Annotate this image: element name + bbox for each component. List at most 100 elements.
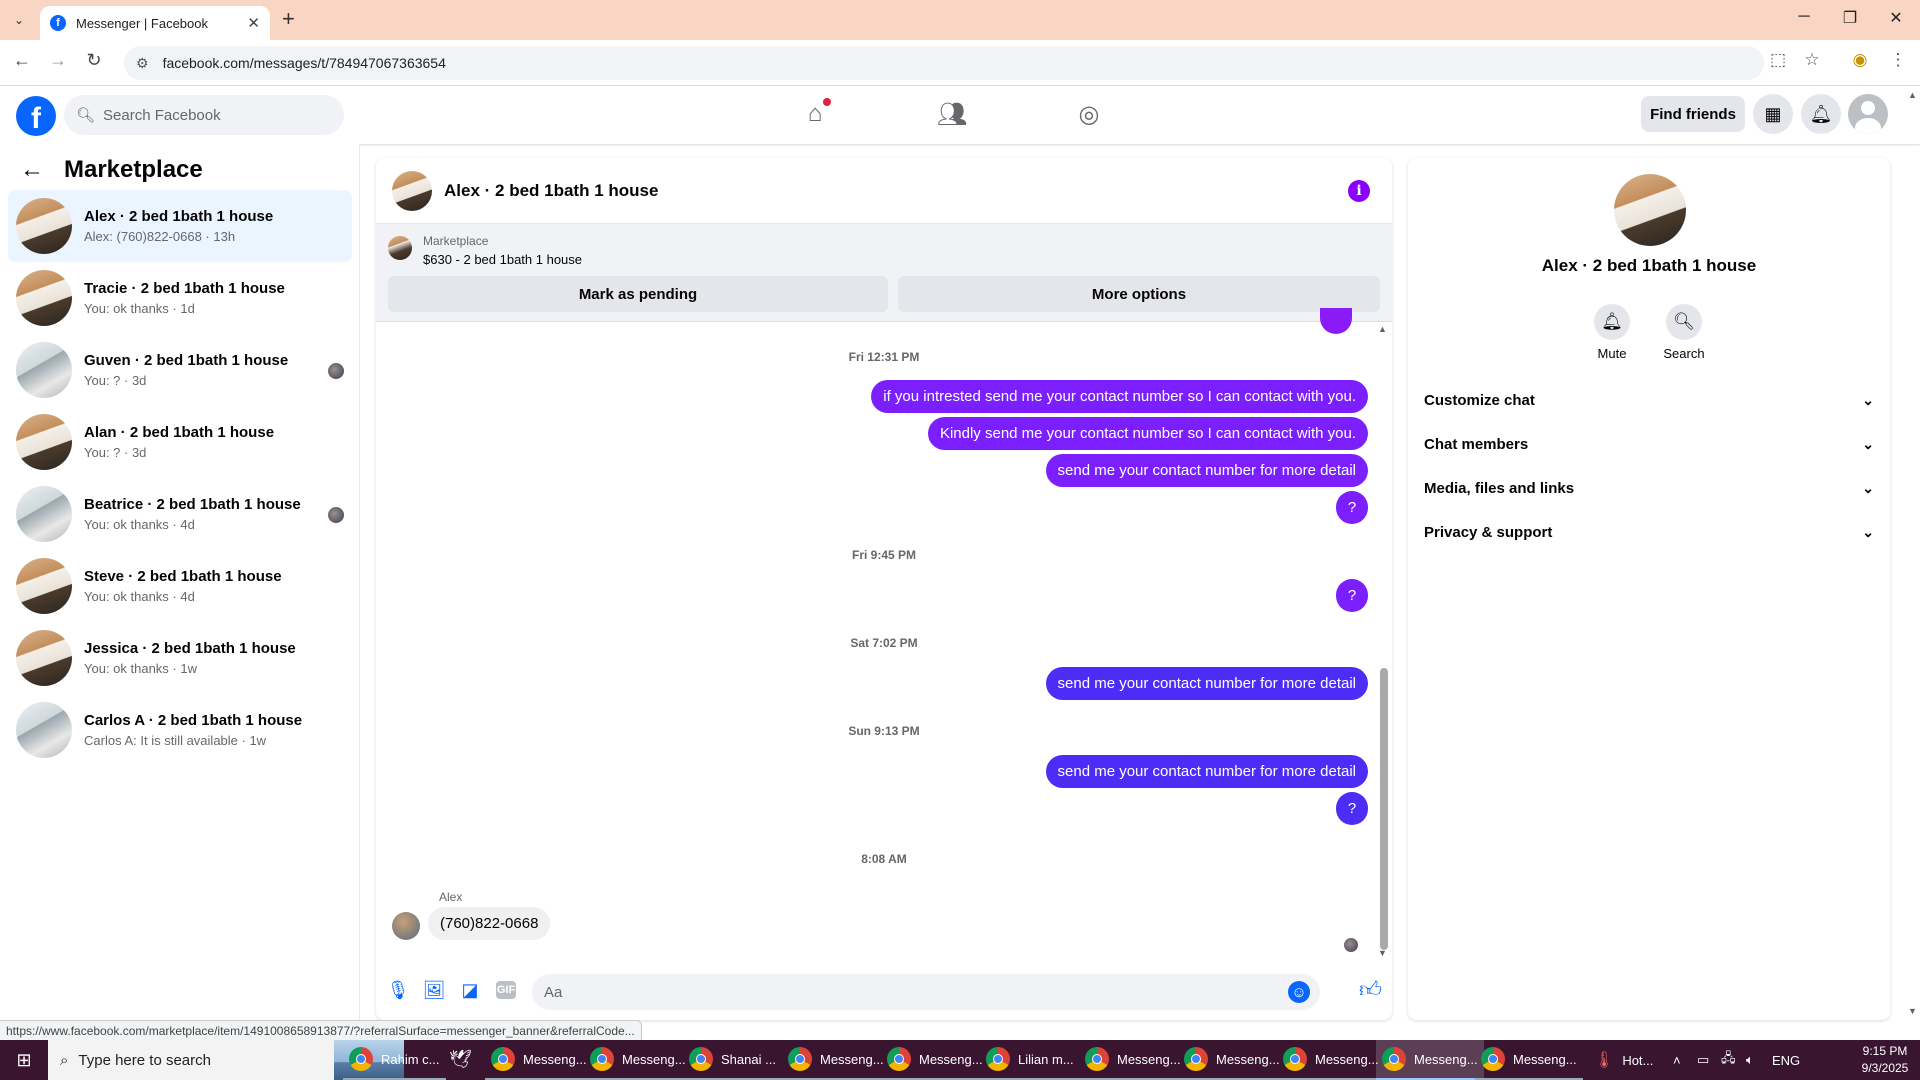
friends-icon[interactable]: 👥︎: [932, 100, 972, 132]
sticker-icon[interactable]: ◪: [456, 976, 484, 1004]
conversation-item[interactable]: Jessica · 2 bed 1bath 1 house You: ok th…: [8, 622, 352, 694]
customize-chat-section[interactable]: Customize chat ⌄: [1424, 382, 1874, 418]
outgoing-message[interactable]: Kindly send me your contact number so I …: [927, 417, 1368, 450]
tab-close-icon[interactable]: ✕: [247, 14, 260, 32]
conversation-item[interactable]: Carlos A · 2 bed 1bath 1 house Carlos A:…: [8, 694, 352, 766]
account-avatar[interactable]: [1848, 94, 1888, 134]
volume-icon[interactable]: 🔈︎: [1746, 1040, 1754, 1080]
tab-search-chevron-icon[interactable]: ⌄: [6, 8, 32, 32]
outgoing-message[interactable]: send me your contact number for more det…: [1045, 667, 1368, 700]
weather-widget[interactable]: 🌡︎ Hot...: [1594, 1040, 1653, 1080]
browser-tab[interactable]: f Messenger | Facebook ✕: [40, 6, 270, 40]
more-options-button[interactable]: More options: [898, 276, 1380, 312]
taskbar-chrome-window[interactable]: Messeng...: [782, 1040, 890, 1080]
taskbar-chrome-window-active[interactable]: Messeng...: [1376, 1040, 1484, 1080]
taskbar-item-label: Lilian m...: [1018, 1051, 1074, 1067]
tray-chevron-up-icon[interactable]: ˄: [1673, 1040, 1681, 1080]
browser-menu-icon[interactable]: ⋮: [1884, 50, 1912, 70]
info-icon[interactable]: i: [1348, 180, 1370, 202]
conversation-item[interactable]: Guven · 2 bed 1bath 1 house You: ? · 3d: [8, 334, 352, 406]
taskbar-chrome-window[interactable]: Rahim c...: [343, 1040, 446, 1080]
conversation-item[interactable]: Steve · 2 bed 1bath 1 house You: ok than…: [8, 550, 352, 622]
listing-title[interactable]: $630 - 2 bed 1bath 1 house: [423, 252, 582, 267]
message-input[interactable]: Aa ☺: [532, 974, 1320, 1010]
outgoing-message[interactable]: [1320, 308, 1352, 334]
meet-now-icon[interactable]: ▭: [1697, 1040, 1709, 1080]
back-arrow-icon[interactable]: ←: [20, 156, 44, 184]
groups-icon[interactable]: ◎: [1069, 100, 1109, 132]
install-app-icon[interactable]: ⬚: [1764, 50, 1792, 70]
taskbar-chrome-window[interactable]: Messeng...: [584, 1040, 692, 1080]
close-window-icon[interactable]: ✕: [1876, 8, 1916, 28]
timestamp: Fri 9:45 PM: [851, 548, 917, 562]
facebook-logo-icon[interactable]: f: [16, 96, 56, 136]
thumbs-up-icon[interactable]: 👍︎: [1359, 976, 1382, 1003]
mute-button[interactable]: 🔔︎ Mute: [1582, 304, 1642, 361]
minimize-icon[interactable]: ─: [1784, 8, 1824, 26]
bookmark-star-icon[interactable]: ☆: [1798, 50, 1826, 70]
conversation-item[interactable]: Alan · 2 bed 1bath 1 house You: ? · 3d: [8, 406, 352, 478]
scroll-up-arrow-icon[interactable]: ▲: [1908, 90, 1917, 100]
restore-icon[interactable]: ❐: [1830, 8, 1870, 28]
outgoing-message[interactable]: ?: [1336, 792, 1368, 825]
outgoing-message[interactable]: ?: [1336, 491, 1368, 524]
conversation-avatar[interactable]: [1614, 174, 1686, 246]
notifications-bell-icon[interactable]: 🔔︎: [1801, 94, 1841, 134]
taskbar-search-input[interactable]: ⌕ Type here to search: [48, 1040, 334, 1080]
outgoing-message[interactable]: ?: [1336, 579, 1368, 612]
menu-grid-icon[interactable]: ▦: [1753, 94, 1793, 134]
listing-thumbnail[interactable]: [388, 236, 412, 260]
sender-avatar[interactable]: [392, 912, 420, 940]
taskbar-chrome-window[interactable]: Shanai ...: [683, 1040, 782, 1080]
conversation-item[interactable]: Beatrice · 2 bed 1bath 1 house You: ok t…: [8, 478, 352, 550]
taskbar-chrome-window[interactable]: Messeng...: [881, 1040, 989, 1080]
site-info-icon[interactable]: ⚙: [136, 55, 149, 72]
facebook-search-input[interactable]: 🔍︎ Search Facebook: [64, 95, 344, 135]
taskbar-chrome-window[interactable]: Messeng...: [1079, 1040, 1187, 1080]
find-friends-button[interactable]: Find friends: [1641, 96, 1745, 132]
privacy-support-section[interactable]: Privacy & support ⌄: [1424, 514, 1874, 550]
chat-title[interactable]: Alex · 2 bed 1bath 1 house: [444, 181, 658, 201]
outgoing-message[interactable]: send me your contact number for more det…: [1045, 755, 1368, 788]
photo-attach-icon[interactable]: 🖼︎: [420, 976, 448, 1004]
taskbar-item-label: Messeng...: [1414, 1051, 1478, 1067]
reload-icon[interactable]: ↻: [80, 50, 108, 71]
mark-as-pending-button[interactable]: Mark as pending: [388, 276, 888, 312]
scroll-down-arrow-icon[interactable]: ▼: [1378, 948, 1387, 958]
conversation-item[interactable]: Alex · 2 bed 1bath 1 house Alex: (760)82…: [8, 190, 352, 262]
message-list: Fri 12:31 PM if you intrested send me yo…: [376, 308, 1392, 962]
outgoing-message[interactable]: send me your contact number for more det…: [1045, 454, 1368, 487]
chat-scrollbar[interactable]: ▲ ▼: [1378, 322, 1388, 962]
new-tab-plus-icon[interactable]: +: [282, 6, 295, 32]
scroll-thumb[interactable]: [1380, 668, 1388, 950]
back-arrow-icon[interactable]: ←: [8, 50, 36, 71]
windows-start-icon[interactable]: ⊞: [0, 1040, 48, 1080]
taskbar-chrome-window[interactable]: Messeng...: [1178, 1040, 1286, 1080]
taskbar-chrome-window[interactable]: Messeng...: [1475, 1040, 1583, 1080]
emoji-icon[interactable]: ☺: [1288, 981, 1310, 1003]
clock[interactable]: 9:15 PM 9/3/2025: [1855, 1043, 1915, 1077]
conversation-item[interactable]: Tracie · 2 bed 1bath 1 house You: ok tha…: [8, 262, 352, 334]
microphone-icon[interactable]: 🎙︎: [384, 976, 412, 1004]
url-field[interactable]: ⚙ facebook.com/messages/t/78494706736365…: [124, 46, 1764, 80]
taskbar-chrome-window[interactable]: Lilian m...: [980, 1040, 1080, 1080]
search-in-chat-button[interactable]: 🔍︎ Search: [1654, 304, 1714, 361]
scroll-down-arrow-icon[interactable]: ▼: [1908, 1006, 1917, 1016]
profile-icon[interactable]: ◉: [1846, 50, 1874, 70]
taskbar-item-label: Messeng...: [523, 1051, 587, 1067]
incoming-message[interactable]: (760)822-0668: [428, 907, 551, 940]
page-scrollbar[interactable]: ▲ ▼: [1906, 86, 1920, 1020]
chat-avatar[interactable]: [392, 170, 432, 211]
gif-icon[interactable]: GIF: [492, 976, 520, 1004]
outgoing-message[interactable]: if you intrested send me your contact nu…: [871, 380, 1368, 413]
media-files-links-section[interactable]: Media, files and links ⌄: [1424, 470, 1874, 506]
taskbar-chrome-window[interactable]: Messeng...: [485, 1040, 593, 1080]
chat-members-section[interactable]: Chat members ⌄: [1424, 426, 1874, 462]
taskbar-chrome-window[interactable]: Messeng...: [1277, 1040, 1385, 1080]
home-icon[interactable]: ⌂: [795, 98, 835, 132]
network-icon[interactable]: 🖧︎: [1721, 1040, 1736, 1080]
language-indicator[interactable]: ENG: [1772, 1040, 1800, 1080]
taskbar-app[interactable]: 🕊︎: [443, 1040, 478, 1080]
forward-arrow-icon[interactable]: →: [44, 50, 72, 71]
scroll-up-arrow-icon[interactable]: ▲: [1378, 324, 1387, 334]
